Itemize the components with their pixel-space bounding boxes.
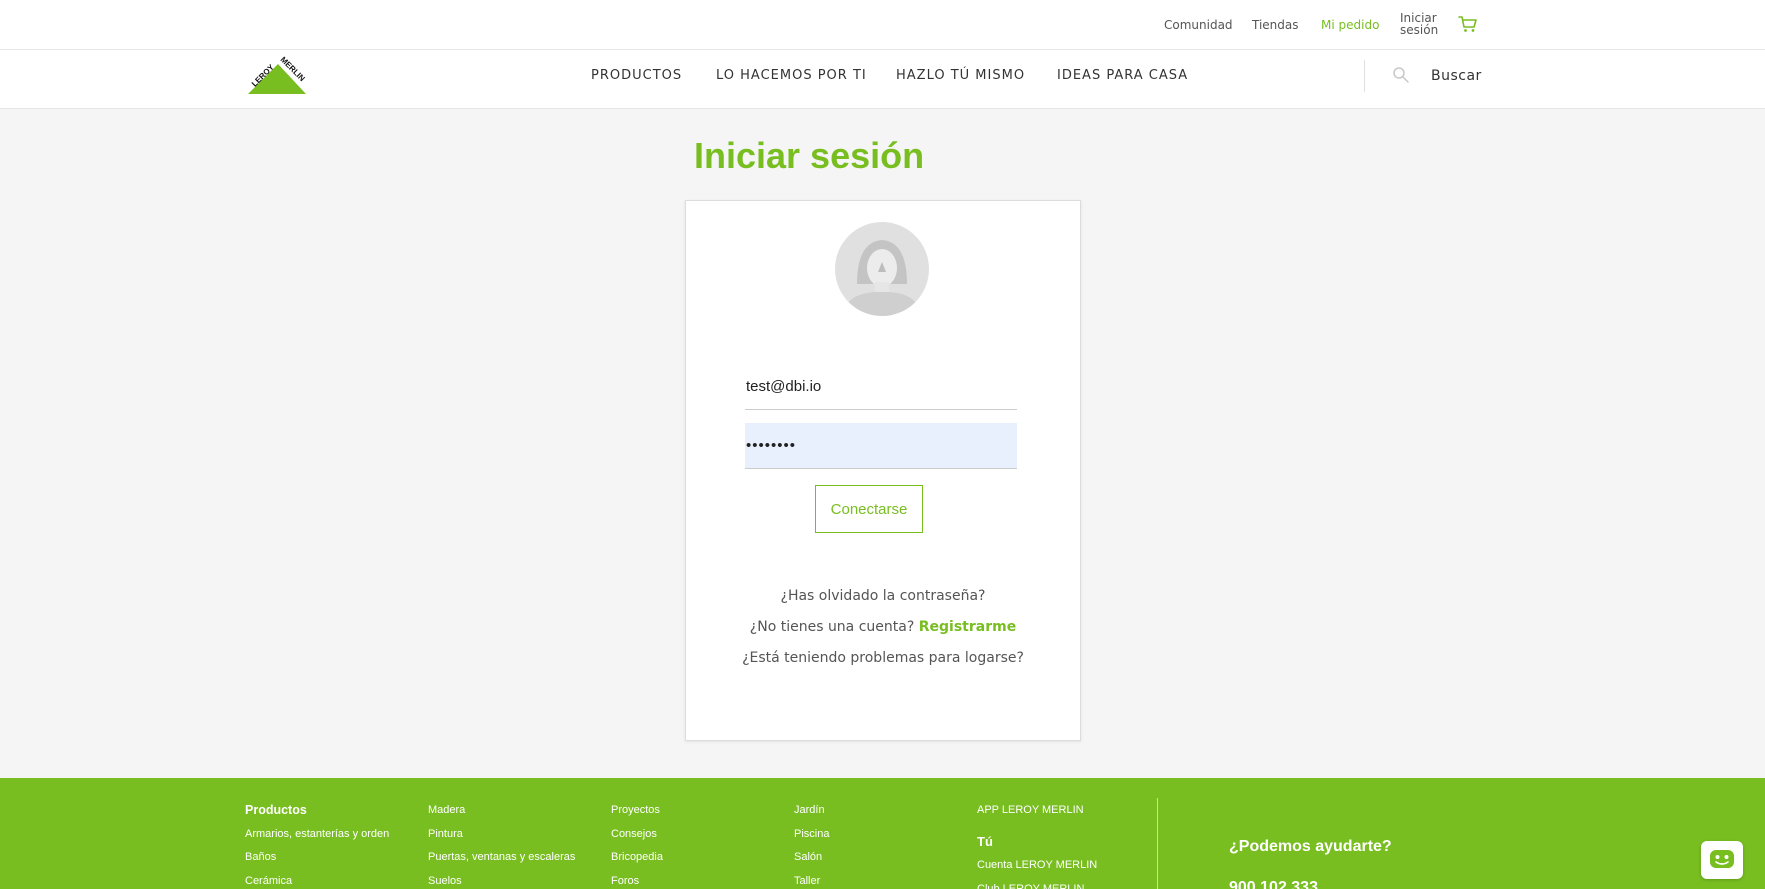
link-mi-pedido[interactable]: Mi pedido	[1321, 18, 1379, 32]
nav-hazlo-tu-mismo[interactable]: HAZLO TÚ MISMO	[896, 68, 1025, 83]
footer-link[interactable]: Pintura	[428, 825, 575, 849]
email-field[interactable]	[745, 364, 1017, 410]
footer-help-title: ¿Podemos ayudarte?	[1229, 838, 1392, 855]
link-tiendas[interactable]: Tiendas	[1252, 18, 1299, 32]
nav-productos[interactable]: PRODUCTOS	[591, 68, 682, 83]
footer-heading-tu: Tú	[977, 833, 993, 849]
link-iniciar-sesion[interactable]: Iniciar sesión	[1400, 12, 1450, 36]
footer-column-productos: Productos Armarios, estanterías y orden …	[245, 801, 389, 889]
no-account-text: ¿No tienes una cuenta?	[749, 619, 915, 635]
footer-link[interactable]: Proyectos	[611, 801, 663, 825]
footer-link[interactable]: Cerámica	[245, 872, 389, 889]
footer-column-account: APP LEROY MERLIN Tú Cuenta LEROY MERLIN …	[977, 801, 1097, 889]
footer-column-3: Proyectos Consejos Bricopedia Foros	[611, 801, 663, 889]
shopping-cart-icon[interactable]	[1458, 14, 1478, 34]
footer-link[interactable]: Taller	[794, 872, 829, 889]
register-link[interactable]: Registrarme	[919, 619, 1016, 635]
search-icon[interactable]	[1392, 66, 1410, 84]
footer-link[interactable]: Bricopedia	[611, 848, 663, 872]
footer-app-link[interactable]: APP LEROY MERLIN	[977, 801, 1097, 825]
nav-ideas-para-casa[interactable]: IDEAS PARA CASA	[1057, 68, 1188, 83]
no-account-line: ¿No tienes una cuenta? Registrarme	[685, 619, 1081, 635]
user-avatar-icon	[835, 222, 929, 316]
footer-club-link[interactable]: Club LEROY MERLIN	[977, 880, 1097, 889]
footer-account-link[interactable]: Cuenta LEROY MERLIN	[977, 856, 1097, 880]
footer-column-4: Jardín Piscina Salón Taller	[794, 801, 829, 889]
connect-button[interactable]: Conectarse	[815, 485, 923, 533]
search-label[interactable]: Buscar	[1431, 68, 1482, 84]
footer-link[interactable]: Baños	[245, 848, 389, 872]
footer-link[interactable]: Jardín	[794, 801, 829, 825]
login-problems-link[interactable]: ¿Está teniendo problemas para logarse?	[685, 650, 1081, 666]
footer-link[interactable]: Piscina	[794, 825, 829, 849]
footer-link[interactable]: Salón	[794, 848, 829, 872]
nav-divider	[1364, 60, 1365, 92]
chat-bot-icon[interactable]	[1701, 841, 1743, 879]
footer-link[interactable]: Consejos	[611, 825, 663, 849]
footer-link[interactable]: Armarios, estanterías y orden	[245, 825, 389, 849]
footer-column-2: Madera Pintura Puertas, ventanas y escal…	[428, 801, 575, 889]
page-title: Iniciar sesión	[694, 135, 925, 176]
footer-link[interactable]: Suelos	[428, 872, 575, 889]
link-comunidad[interactable]: Comunidad	[1164, 18, 1233, 32]
forgot-password-link[interactable]: ¿Has olvidado la contraseña?	[685, 588, 1081, 604]
top-utility-bar	[0, 0, 1765, 50]
footer-heading-productos[interactable]: Productos	[245, 801, 389, 825]
password-field[interactable]	[745, 423, 1017, 469]
footer-help-phone[interactable]: 900 102 333	[1229, 879, 1318, 889]
nav-lo-hacemos-por-ti[interactable]: LO HACEMOS POR TI	[716, 68, 867, 83]
login-link-line2: sesión	[1400, 23, 1439, 37]
footer-link[interactable]: Madera	[428, 801, 575, 825]
footer-divider	[1157, 798, 1158, 889]
leroy-merlin-logo[interactable]: LEROY MERLIN	[244, 56, 308, 96]
footer-link[interactable]: Puertas, ventanas y escaleras	[428, 848, 575, 872]
footer-link[interactable]: Foros	[611, 872, 663, 889]
